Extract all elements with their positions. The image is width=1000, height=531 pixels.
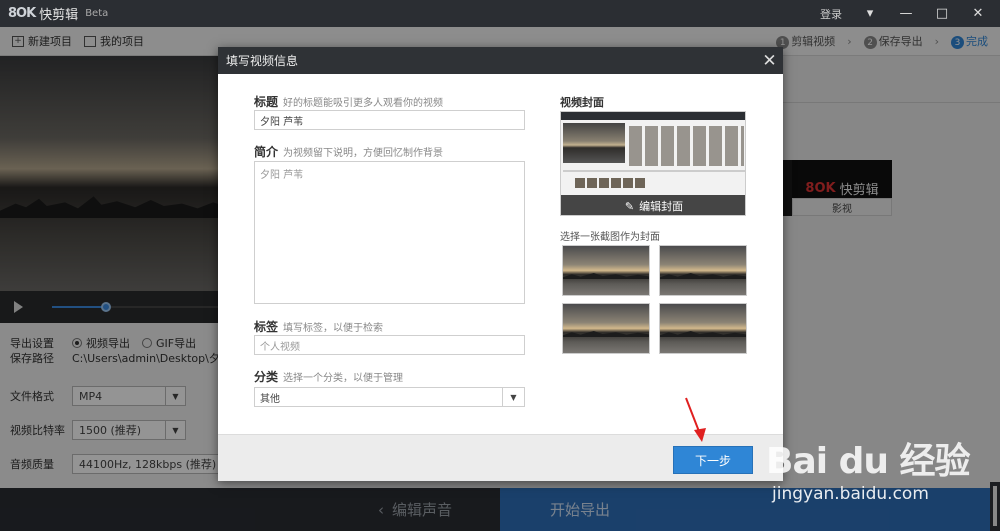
app-edition: Beta	[85, 8, 109, 19]
cover-preview[interactable]: ✎ 编辑封面	[560, 111, 746, 216]
scrollbar-thumb[interactable]	[993, 486, 997, 526]
intro-textarea[interactable]: 夕阳 芦苇	[254, 161, 525, 304]
menu-icon[interactable]: ▾	[862, 6, 878, 22]
app-logo: 8OK 快剪辑 Beta	[0, 4, 108, 23]
pencil-icon: ✎	[624, 199, 635, 213]
cover-option-3[interactable]	[562, 303, 650, 354]
intro-field-label: 简介 为视频留下说明，方便回忆制作背景	[254, 145, 444, 159]
tags-input[interactable]: 个人视频	[254, 335, 525, 355]
cover-option-1[interactable]	[562, 245, 650, 296]
category-select[interactable]: 其他 ▼	[254, 387, 525, 407]
app-name: 快剪辑	[39, 8, 79, 23]
logo-mark: 8OK	[8, 6, 36, 21]
login-link[interactable]: 登录	[820, 6, 842, 22]
tags-field-label: 标签 填写标签，以便于检索	[254, 320, 384, 334]
cover-title: 视频封面	[560, 96, 604, 109]
title-bar: 8OK 快剪辑 Beta 登录 ▾ — □ ✕	[0, 0, 1000, 27]
choose-screenshot-hint: 选择一张截图作为封面	[560, 232, 660, 243]
close-window-icon[interactable]: ✕	[970, 6, 986, 22]
annotation-arrow-icon	[685, 397, 706, 442]
title-field-label: 标题 好的标题能吸引更多人观看你的视频	[254, 95, 444, 109]
dialog-header: 填写视频信息 ✕	[218, 47, 783, 74]
next-button[interactable]: 下一步	[673, 446, 753, 474]
title-input[interactable]: 夕阳 芦苇	[254, 110, 525, 130]
category-field-label: 分类 选择一个分类，以便于管理	[254, 370, 404, 384]
edit-cover-button[interactable]: ✎ 编辑封面	[561, 195, 745, 215]
dialog-title: 填写视频信息	[226, 54, 299, 68]
minimize-icon[interactable]: —	[898, 6, 914, 22]
cover-option-2[interactable]	[659, 245, 747, 296]
cover-option-4[interactable]	[659, 303, 747, 354]
dialog-body: 标题 好的标题能吸引更多人观看你的视频 夕阳 芦苇 简介 为视频留下说明，方便回忆制…	[218, 74, 783, 434]
chevron-down-icon: ▼	[502, 388, 524, 406]
close-icon[interactable]: ✕	[756, 47, 783, 74]
maximize-icon[interactable]: □	[934, 6, 950, 22]
